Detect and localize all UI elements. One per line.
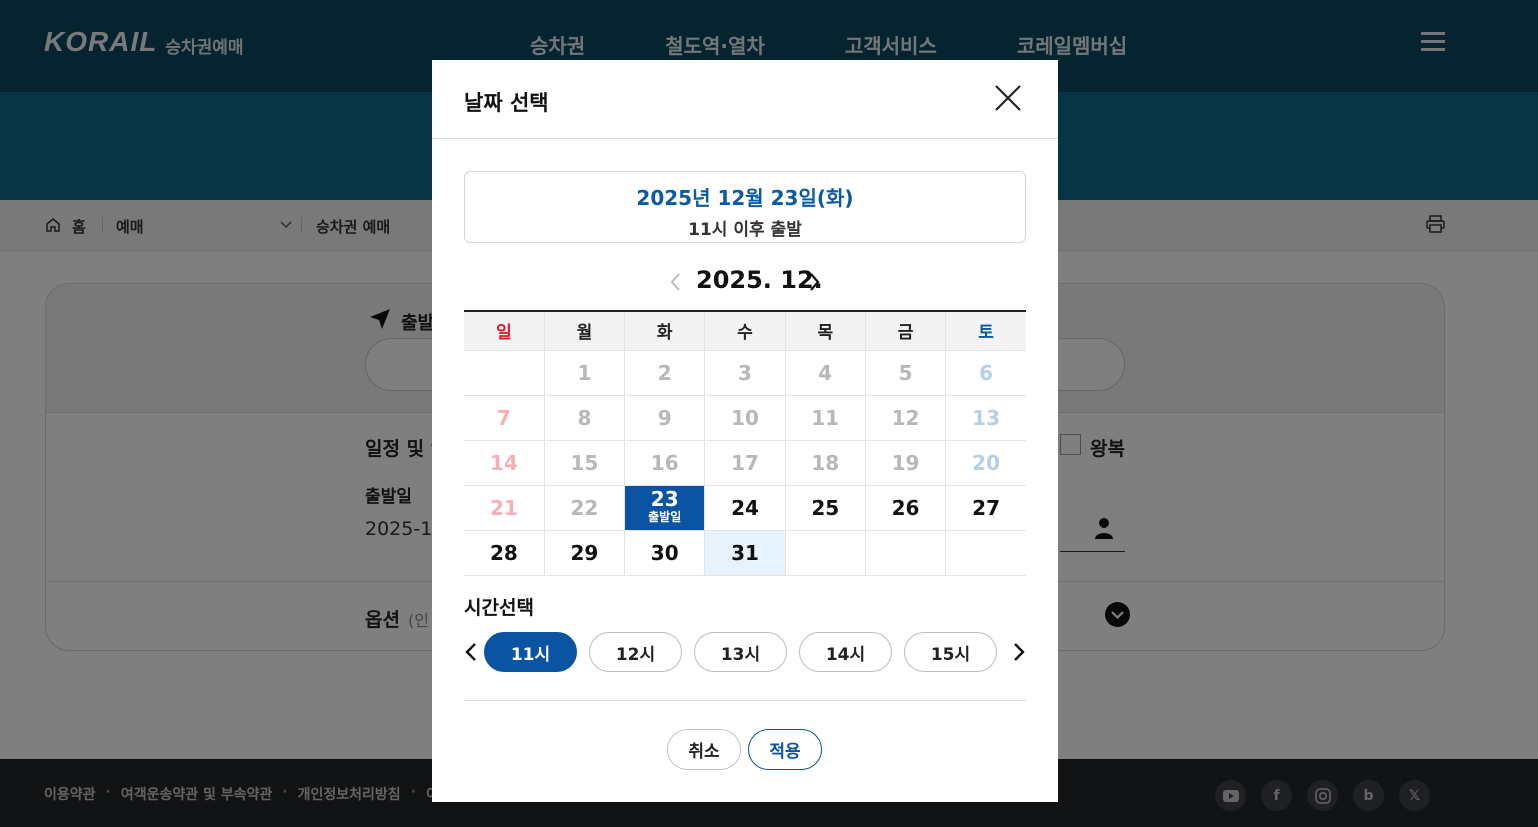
calendar-day: 16 [624,439,706,486]
date-picker-modal: 날짜 선택 2025년 12월 23일(화) 11시 이후 출발 2025. 1… [432,60,1058,802]
calendar-day[interactable]: 30 [624,529,706,576]
calendar-day: 22 [543,484,626,531]
weekday-header: 일 [464,310,545,350]
time-option-button[interactable]: 11시 [484,632,577,672]
calendar-day[interactable]: 24 [704,484,786,531]
close-icon[interactable] [993,83,1023,113]
calendar-empty-cell [784,529,866,576]
weekday-header: 토 [945,310,1026,350]
weekday-header: 수 [704,310,786,350]
calendar-day[interactable]: 27 [945,484,1026,531]
calendar-day: 2 [624,349,706,396]
calendar-day[interactable]: 31 [704,529,786,576]
calendar-day: 6 [945,349,1026,396]
calendar-empty-cell [464,349,545,396]
chevron-right-icon[interactable] [1012,642,1026,662]
summary-date: 2025년 12월 23일(화) [636,186,854,210]
summary-time: 11시 이후 출발 [688,220,802,240]
calendar-grid: 일월화수목금토 1 2 3 4 5 6 7 8 9 10 11 12 13 14 15 16 17 18 19 20 2… [464,310,1026,576]
calendar-day: 9 [624,394,706,441]
weekday-header: 목 [784,310,866,350]
time-option-button[interactable]: 15시 [904,632,997,672]
calendar-day: 8 [543,394,626,441]
divider [464,700,1026,701]
time-select-row: 11시 12시 13시 14시 15시 [464,632,1026,672]
calendar-day: 11 [784,394,866,441]
chevron-left-icon[interactable] [666,271,686,293]
calendar-day: 20 [945,439,1026,486]
calendar-day: 1 [543,349,626,396]
apply-button[interactable]: 적용 [748,729,822,770]
calendar-day: 4 [784,349,866,396]
calendar-nav: 2025. 12. [464,265,1026,299]
calendar-empty-cell [864,529,947,576]
calendar-day[interactable]: 25 [784,484,866,531]
calendar-day: 10 [704,394,786,441]
calendar-day: 13 [945,394,1026,441]
time-option-button[interactable]: 12시 [589,632,682,672]
calendar-day[interactable]: 29 [543,529,626,576]
weekday-header: 월 [543,310,625,350]
calendar-day: 21 [464,484,545,531]
calendar-day: 15 [543,439,626,486]
time-option-button[interactable]: 14시 [799,632,892,672]
chevron-right-icon[interactable] [804,271,824,293]
calendar-empty-cell [945,529,1026,576]
calendar-day: 3 [704,349,786,396]
divider [432,138,1058,139]
calendar-day[interactable]: 28 [464,529,545,576]
cancel-button[interactable]: 취소 [667,729,741,770]
modal-title: 날짜 선택 [464,91,549,115]
calendar-day: 5 [864,349,947,396]
chevron-left-icon[interactable] [464,642,478,662]
selected-date-summary: 2025년 12월 23일(화) 11시 이후 출발 [464,171,1026,243]
weekday-header: 금 [864,310,946,350]
calendar-day: 12 [864,394,947,441]
calendar-day: 7 [464,394,545,441]
calendar-day: 18 [784,439,866,486]
weekday-header: 화 [624,310,705,350]
calendar-day: 17 [704,439,786,486]
time-option-button[interactable]: 13시 [694,632,787,672]
calendar-day-selected[interactable]: 23 출발일 [624,484,706,531]
calendar-day: 14 [464,439,545,486]
calendar-day: 19 [864,439,947,486]
calendar-day[interactable]: 26 [864,484,947,531]
time-select-title: 시간선택 [464,597,534,619]
